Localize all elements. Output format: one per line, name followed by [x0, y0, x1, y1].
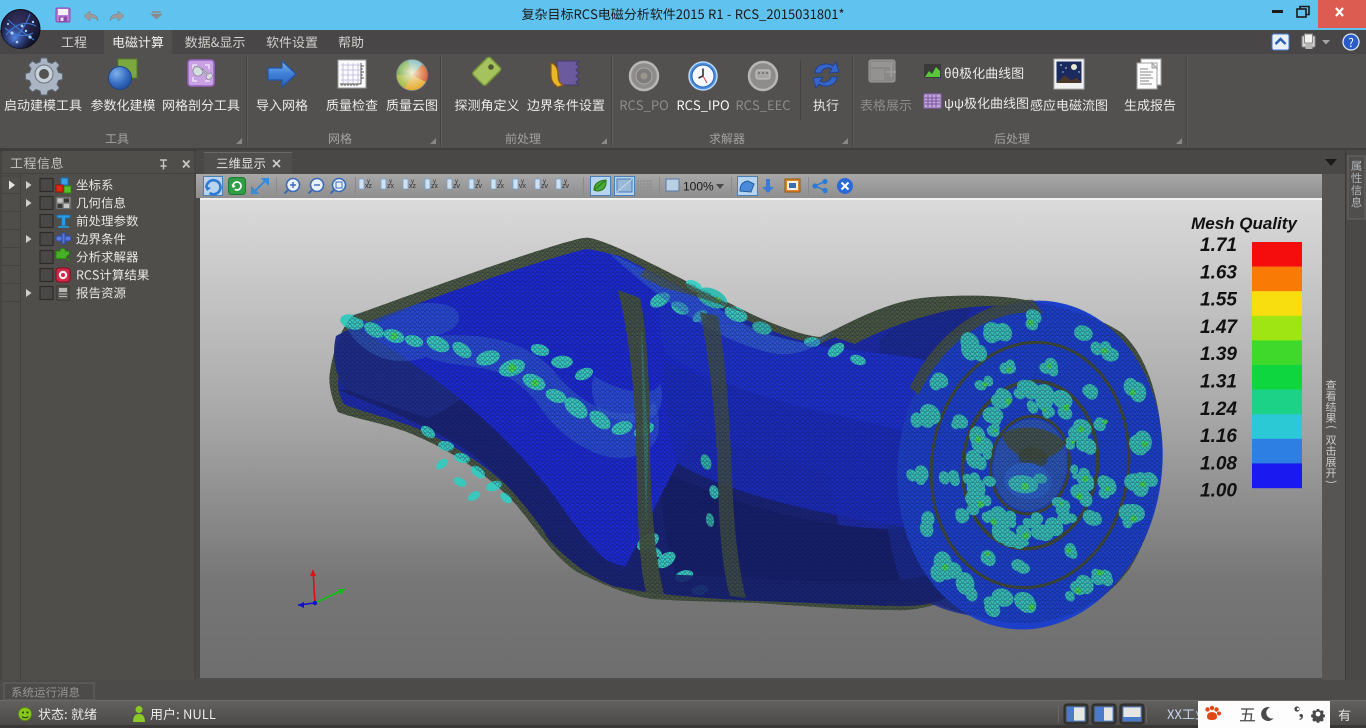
svg-text:y: y — [433, 179, 436, 185]
svg-text:y: y — [389, 179, 392, 185]
svg-text:y: y — [564, 179, 567, 185]
svg-text:1.47: 1.47 — [1200, 317, 1238, 338]
svg-text:y: y — [543, 179, 546, 185]
svg-text:1.16: 1.16 — [1200, 426, 1237, 447]
svg-text:y: y — [367, 179, 370, 185]
svg-text:1.00: 1.00 — [1200, 481, 1237, 502]
svg-text:y: y — [499, 179, 502, 185]
svg-text:y: y — [455, 179, 458, 185]
svg-text:1.71: 1.71 — [1200, 235, 1237, 256]
svg-text:1.63: 1.63 — [1200, 262, 1237, 283]
svg-text:1.31: 1.31 — [1200, 372, 1237, 393]
svg-text:1.24: 1.24 — [1200, 399, 1237, 420]
svg-text:100%: 100% — [683, 180, 714, 194]
svg-text:Mesh Quality: Mesh Quality — [1191, 214, 1298, 233]
svg-text:y: y — [477, 179, 480, 185]
svg-text:1.08: 1.08 — [1200, 453, 1237, 474]
svg-text:1.39: 1.39 — [1200, 344, 1237, 365]
svg-text:y: y — [411, 179, 414, 185]
svg-text:1.55: 1.55 — [1200, 290, 1237, 311]
svg-text:y: y — [521, 179, 524, 185]
